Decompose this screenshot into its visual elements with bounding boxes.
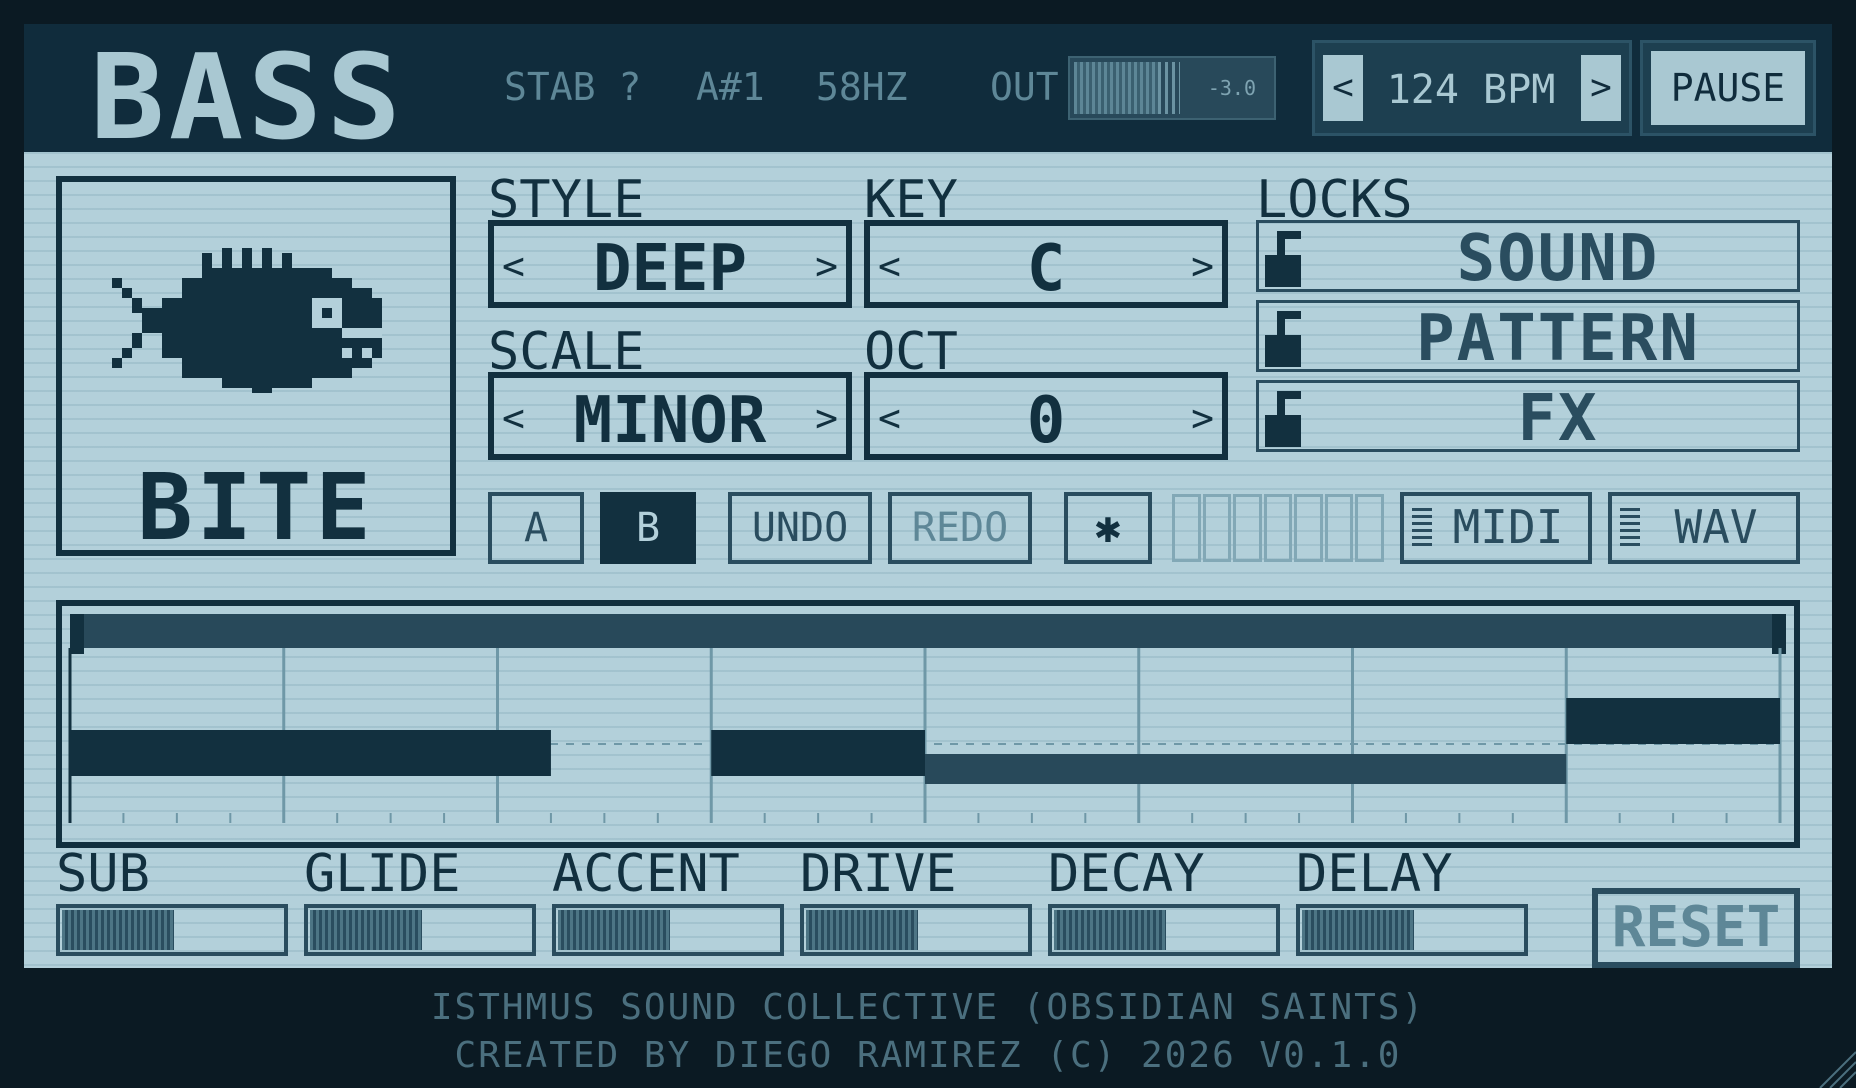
octave-label: OCT xyxy=(864,322,958,382)
octave-selector[interactable]: < 0 > xyxy=(864,372,1228,460)
octave-value: 0 xyxy=(1026,384,1066,458)
chevron-right-icon[interactable]: > xyxy=(1191,396,1214,440)
undo-button[interactable]: UNDO xyxy=(728,492,872,564)
pattern-slot[interactable] xyxy=(1355,494,1385,562)
chevron-left-icon[interactable]: < xyxy=(878,244,901,288)
pause-button-label: PAUSE xyxy=(1651,51,1805,125)
chevron-right-icon[interactable]: > xyxy=(815,244,838,288)
slider-fill xyxy=(1054,910,1166,950)
tempo-control: < 124 BPM > xyxy=(1312,40,1632,136)
chevron-left-icon[interactable]: < xyxy=(1323,55,1363,121)
locks-title: LOCKS xyxy=(1256,170,1413,230)
loop-range-bar[interactable] xyxy=(70,614,1786,654)
style-label: STYLE xyxy=(488,170,645,230)
lock-pattern-label: PATTERN xyxy=(1416,302,1700,376)
pattern-slot[interactable] xyxy=(1324,494,1354,562)
chevron-left-icon[interactable]: < xyxy=(878,396,901,440)
preset-name: BITE xyxy=(137,454,375,561)
export-icon xyxy=(1412,508,1432,548)
knob-label-glide: GLIDE xyxy=(304,844,461,904)
slider-fill xyxy=(62,910,174,950)
export-icon xyxy=(1620,508,1640,548)
lock-sound[interactable]: SOUND xyxy=(1256,220,1800,292)
note-block xyxy=(1566,698,1780,744)
output-level-fill xyxy=(1074,62,1160,114)
chevron-right-icon[interactable]: > xyxy=(1191,244,1214,288)
knob-label-sub: SUB xyxy=(56,844,150,904)
chevron-right-icon[interactable]: > xyxy=(1581,55,1621,121)
note-block xyxy=(711,730,925,776)
pattern-b-button[interactable]: B xyxy=(600,492,696,564)
note-readout: A#1 xyxy=(696,65,765,109)
lock-pattern[interactable]: PATTERN xyxy=(1256,300,1800,372)
reset-button[interactable]: RESET xyxy=(1592,888,1800,968)
slider-accent[interactable] xyxy=(552,904,784,956)
slider-fill xyxy=(310,910,422,950)
randomize-icon[interactable]: ✱ xyxy=(1064,492,1152,564)
unlock-icon xyxy=(1265,311,1301,367)
output-peak-indicator xyxy=(1158,62,1180,114)
slider-fill xyxy=(806,910,918,950)
lock-fx[interactable]: FX xyxy=(1256,380,1800,452)
key-label: KEY xyxy=(864,170,958,230)
footer-credits: ISTHMUS SOUND COLLECTIVE (OBSIDIAN SAINT… xyxy=(430,987,1426,1028)
knob-label-decay: DECAY xyxy=(1048,844,1205,904)
output-level-value: -3.0 xyxy=(1207,76,1256,100)
lock-sound-label: SOUND xyxy=(1456,222,1660,296)
scale-selector[interactable]: < MINOR > xyxy=(488,372,852,460)
export-midi-button[interactable]: MIDI xyxy=(1400,492,1592,564)
preset-type-label: STAB ? xyxy=(504,65,642,109)
note-block xyxy=(925,754,1567,784)
piano-roll[interactable] xyxy=(62,648,1794,838)
style-selector[interactable]: < DEEP > xyxy=(488,220,852,308)
pattern-slot[interactable] xyxy=(1172,494,1201,562)
export-wav-label: WAV xyxy=(1674,500,1758,554)
top-bar: BASS STAB ? A#1 58HZ OUT -3.0 < 124 BPM … xyxy=(24,24,1832,156)
export-wav-button[interactable]: WAV xyxy=(1608,492,1800,564)
chevron-right-icon[interactable]: > xyxy=(815,396,838,440)
style-value: DEEP xyxy=(592,232,748,306)
preset-card[interactable]: BITE xyxy=(56,176,456,556)
pause-button[interactable]: PAUSE xyxy=(1640,40,1816,136)
slider-fill xyxy=(1302,910,1414,950)
key-selector[interactable]: < C > xyxy=(864,220,1228,308)
chevron-left-icon[interactable]: < xyxy=(502,244,525,288)
pattern-slot[interactable] xyxy=(1294,494,1323,562)
slider-sub[interactable] xyxy=(56,904,288,956)
export-midi-label: MIDI xyxy=(1452,500,1564,554)
pattern-slots xyxy=(1172,494,1385,562)
note-block xyxy=(70,730,551,776)
pattern-slot[interactable] xyxy=(1233,494,1262,562)
pattern-slot[interactable] xyxy=(1202,494,1232,562)
slider-fill xyxy=(558,910,670,950)
redo-button[interactable]: REDO xyxy=(888,492,1032,564)
instrument-title: BASS xyxy=(90,28,406,166)
pattern-a-button[interactable]: A xyxy=(488,492,584,564)
sequencer[interactable] xyxy=(56,600,1800,848)
frequency-readout: 58HZ xyxy=(816,65,908,109)
resize-grip-icon[interactable] xyxy=(1816,1048,1856,1088)
knob-label-drive: DRIVE xyxy=(800,844,957,904)
chevron-left-icon[interactable]: < xyxy=(502,396,525,440)
knob-label-accent: ACCENT xyxy=(552,844,740,904)
knob-label-delay: DELAY xyxy=(1296,844,1453,904)
synth-device: BASS STAB ? A#1 58HZ OUT -3.0 < 124 BPM … xyxy=(24,24,1832,968)
output-label: OUT xyxy=(990,65,1059,109)
lock-fx-label: FX xyxy=(1517,382,1599,456)
unlock-icon xyxy=(1265,231,1301,287)
scale-label: SCALE xyxy=(488,322,645,382)
key-value: C xyxy=(1026,232,1066,306)
output-level-meter: -3.0 xyxy=(1068,56,1276,120)
slider-decay[interactable] xyxy=(1048,904,1280,956)
slider-drive[interactable] xyxy=(800,904,1032,956)
unlock-icon xyxy=(1265,391,1301,447)
pattern-slot[interactable] xyxy=(1263,494,1293,562)
tempo-readout: 124 BPM xyxy=(1386,67,1556,113)
fish-icon xyxy=(112,248,382,393)
slider-delay[interactable] xyxy=(1296,904,1528,956)
footer-version: CREATED BY DIEGO RAMIREZ (C) 2026 V0.1.0 xyxy=(454,1035,1402,1076)
slider-glide[interactable] xyxy=(304,904,536,956)
scale-value: MINOR xyxy=(573,384,767,458)
lcd-panel: BITE STYLE < DEEP > KEY < C > SCALE < MI… xyxy=(24,152,1832,968)
